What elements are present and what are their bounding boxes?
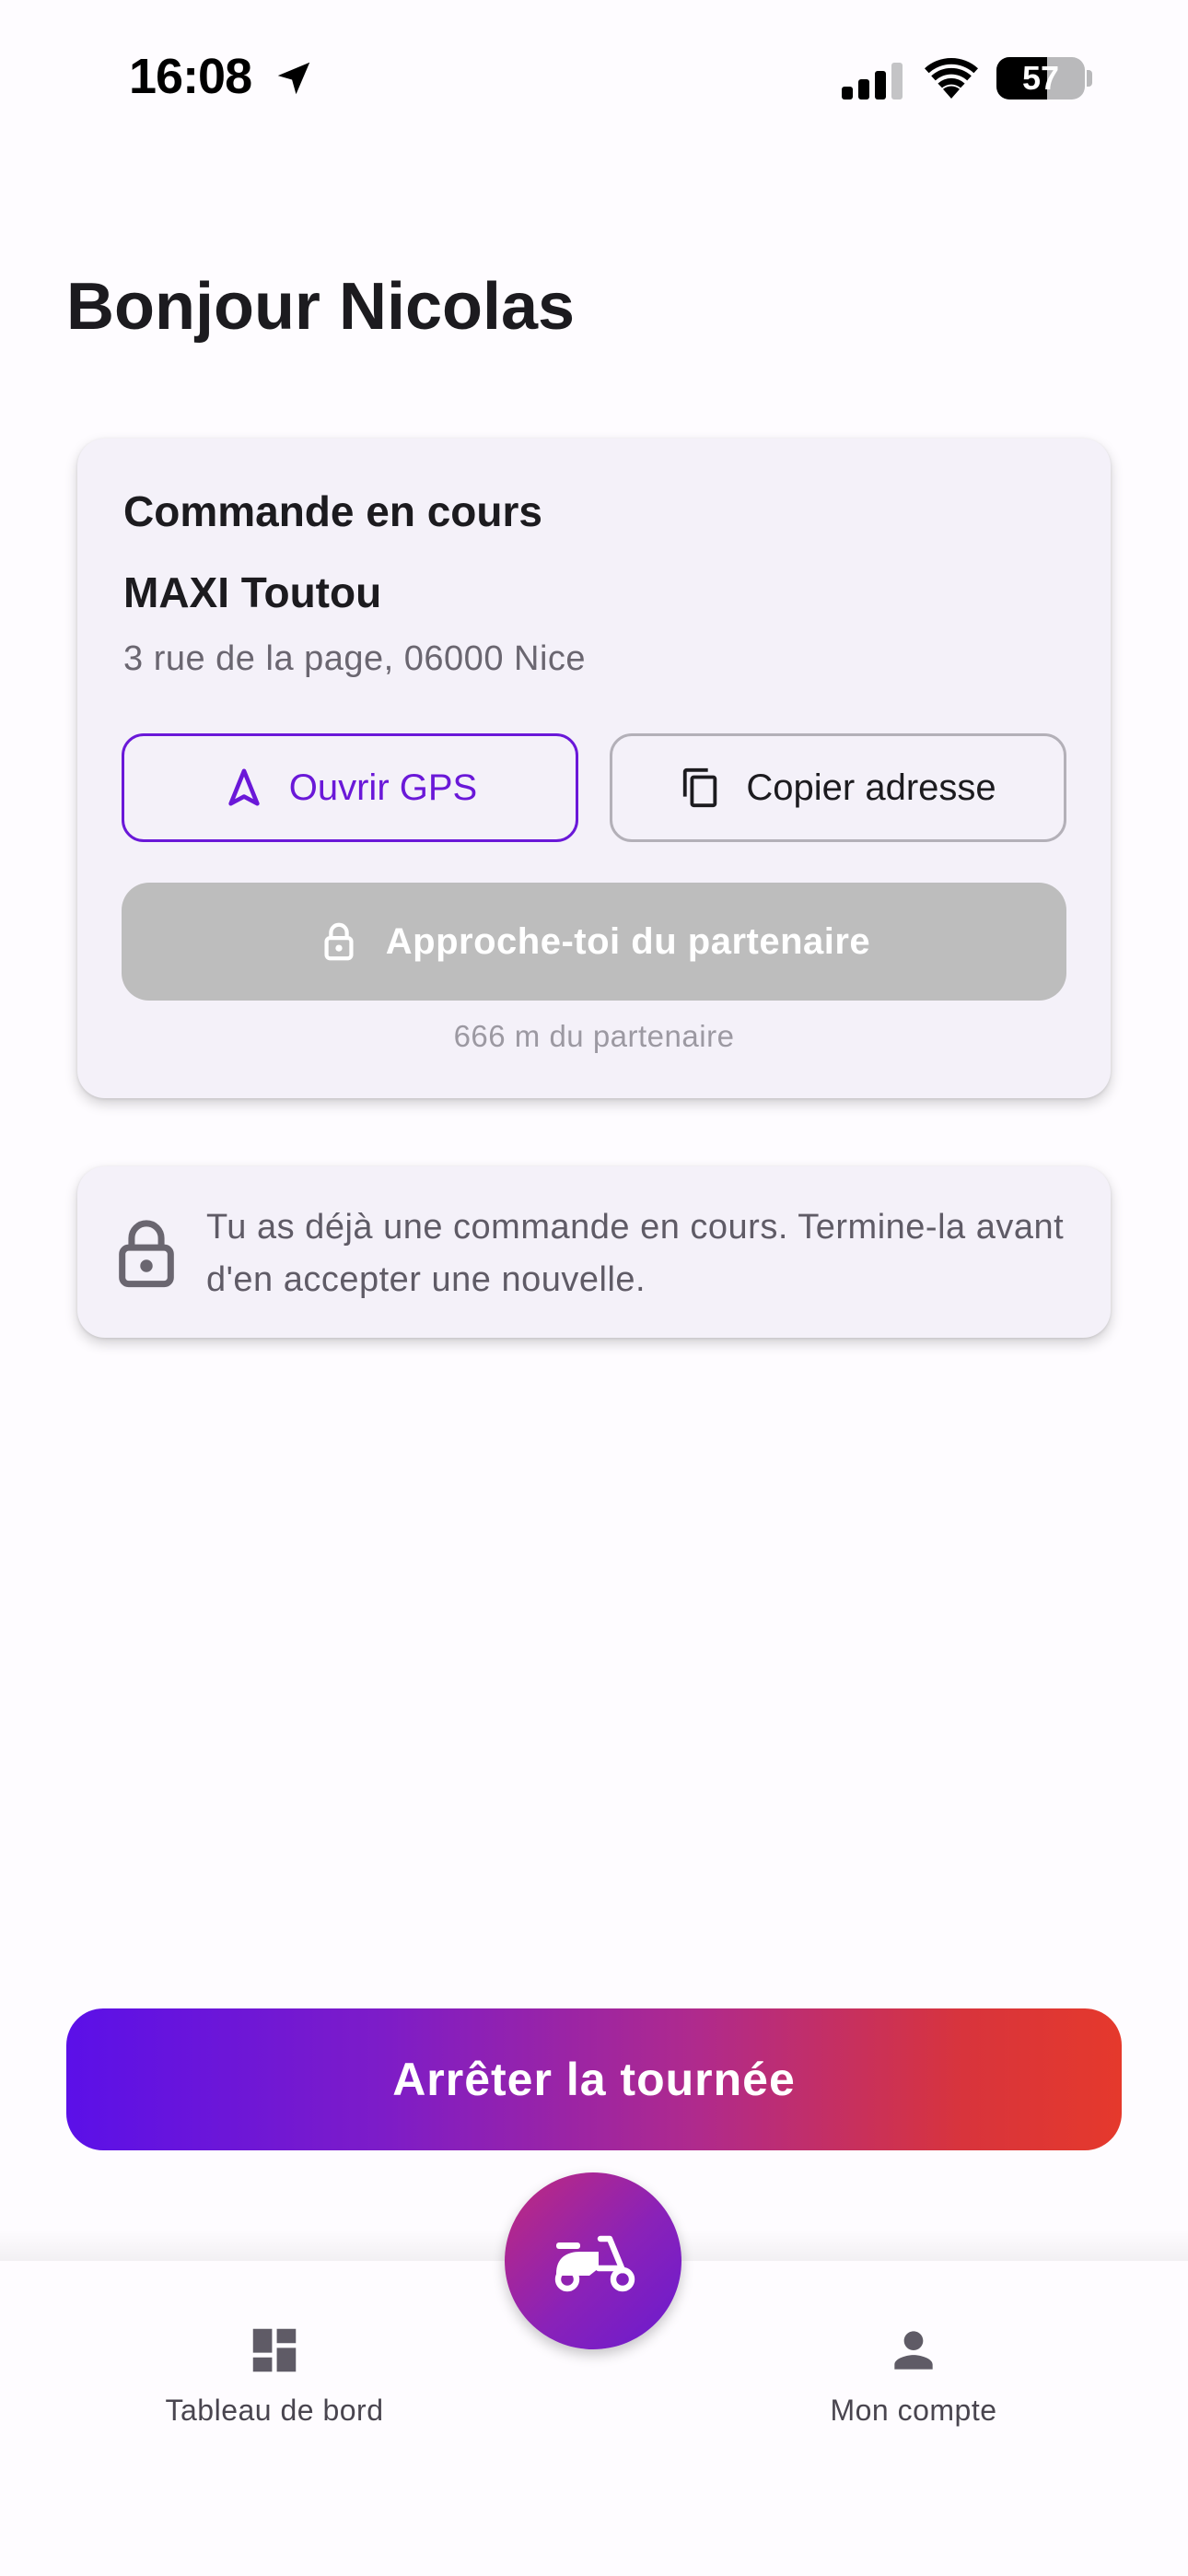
lock-icon (119, 1220, 174, 1288)
current-order-card: Commande en cours MAXI Toutou 3 rue de l… (77, 439, 1111, 1098)
open-gps-label: Ouvrir GPS (288, 767, 478, 808)
status-bar: 16:08 57 (0, 0, 1188, 157)
battery-nub (1087, 70, 1092, 87)
nav-item-dashboard[interactable]: Tableau de bord (118, 2322, 431, 2428)
partner-distance: 666 m du partenaire (453, 1019, 735, 1053)
info-message: Tu as déjà une commande en cours. Termin… (206, 1208, 1065, 1299)
nav-item-account[interactable]: Mon compte (757, 2322, 1070, 2428)
nav-label-account: Mon compte (830, 2394, 997, 2427)
card-title: Commande en cours (123, 487, 542, 535)
copy-address-label: Copier adresse (746, 767, 996, 808)
partner-address: 3 rue de la page, 06000 Nice (123, 639, 587, 678)
person-icon (894, 2331, 933, 2370)
navigation-arrow-icon (228, 768, 260, 806)
partner-name: MAXI Toutou (123, 568, 382, 616)
scooter-icon (554, 2235, 635, 2292)
approach-partner-label: Approche-toi du partenaire (385, 920, 871, 962)
nav-label-dashboard: Tableau de bord (165, 2394, 384, 2427)
lock-icon (324, 922, 354, 961)
copy-icon (683, 767, 717, 808)
cellular-signal-icon (842, 63, 903, 100)
open-gps-button[interactable]: Ouvrir GPS (122, 733, 578, 842)
wifi-icon (925, 57, 978, 99)
page-title: Bonjour Nicolas (66, 270, 576, 344)
delivery-fab-button[interactable] (505, 2172, 681, 2349)
info-card: Tu as déjà une commande en cours. Termin… (77, 1166, 1111, 1338)
location-arrow-icon (277, 62, 310, 95)
battery-percentage: 57 (1021, 59, 1060, 97)
stop-round-button[interactable]: Arrêter la tournée (66, 2008, 1122, 2150)
status-time: 16:08 (129, 49, 252, 104)
screen: 16:08 57 Bonjour Nicolas Commande en cou… (0, 0, 1188, 2576)
dashboard-icon (252, 2328, 297, 2372)
approach-partner-button[interactable]: Approche-toi du partenaire (122, 883, 1066, 1001)
battery-icon: 57 (996, 57, 1085, 100)
copy-address-button[interactable]: Copier adresse (610, 733, 1066, 842)
